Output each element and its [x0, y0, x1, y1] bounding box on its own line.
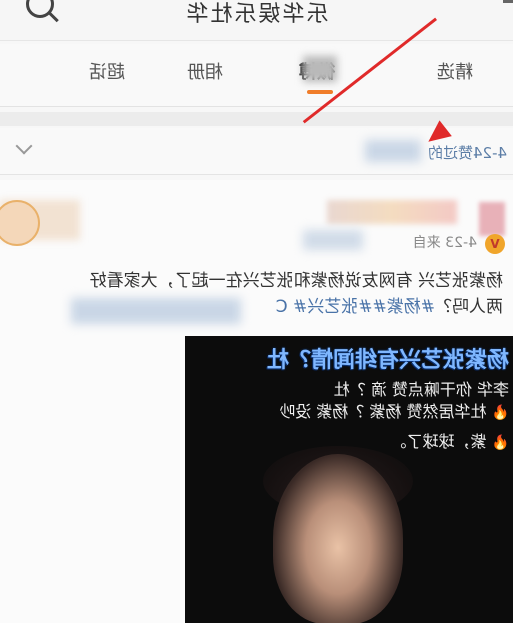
- video-title: 杨紫张艺兴有绯闻情？杜: [266, 348, 509, 373]
- video-thumbnail[interactable]: 杨紫张艺兴有绯闻情？杜 李华 你干嘛点赞 滴 ？杜 🔥 杜华居然赞 杨紫 ？杨紫…: [185, 336, 513, 623]
- video-caption-line3: 🔥 紫，球球了。: [390, 428, 509, 452]
- tab-weibo-blur: [303, 56, 337, 82]
- video-caption-line2: 🔥 杜华居然赞 杨紫 ？杨紫 没吵: [279, 398, 509, 422]
- video-caption-line1: 李华 你干嘛点赞 滴 ？杜: [333, 380, 509, 399]
- author-name-blurred: [327, 200, 457, 224]
- video-caption-line3-text: 紫，球球了。: [390, 432, 487, 451]
- tab-album[interactable]: 相册: [187, 58, 223, 84]
- chevron-down-icon[interactable]: [15, 137, 33, 155]
- mirrored-page: 乐华娱乐杜华 精选 微博 相册 超话 4-24赞过的 V 4-23 来自 杨紫张…: [0, 0, 513, 623]
- page-title: 乐华娱乐杜华: [184, 2, 329, 27]
- post-text-prefix: 两人吗？: [435, 297, 503, 317]
- tab-super-topic[interactable]: 超话: [89, 58, 125, 84]
- tab-featured[interactable]: 精选: [437, 58, 473, 84]
- verified-badge-icon: V: [485, 234, 505, 254]
- tab-bar: 精选 微博 相册 超话: [0, 44, 513, 107]
- hashtag-link[interactable]: #杨紫##张艺兴# C: [276, 297, 435, 317]
- person-face: [273, 454, 403, 623]
- fire-icon: 🔥: [491, 435, 509, 451]
- fire-icon: 🔥: [491, 405, 509, 421]
- tab-active-indicator: [307, 90, 333, 94]
- blurred-region: [71, 298, 241, 324]
- menu-icon[interactable]: [503, 0, 513, 3]
- post-text-line1: 杨紫张艺兴 有网友说杨紫和张艺兴在一起了，大家看好: [89, 271, 503, 291]
- blurred-region: [303, 230, 363, 250]
- video-caption-line2-text: 杜华居然赞 杨紫 ？杨紫 没吵: [279, 402, 487, 421]
- post-meta: 4-23 来自: [412, 235, 477, 251]
- post-card: V 4-23 来自 杨紫张艺兴 有网友说杨紫和张艺兴在一起了，大家看好 两人吗？…: [0, 180, 513, 623]
- avatar[interactable]: [479, 202, 505, 236]
- blurred-region: [365, 140, 421, 162]
